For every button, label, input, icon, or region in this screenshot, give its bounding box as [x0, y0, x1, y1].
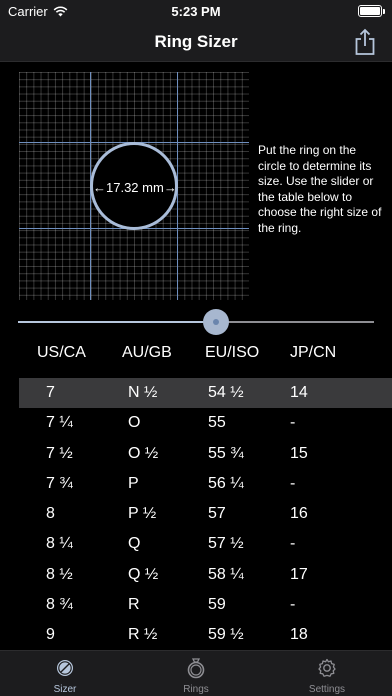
- table-row[interactable]: 7 ¾ P 56 ¼ -: [0, 469, 392, 499]
- slider-track-fill: [18, 321, 216, 323]
- cell-us-ca: 7: [46, 384, 55, 401]
- cell-jp-cn: 16: [290, 505, 308, 523]
- cell-jp-cn: -: [290, 414, 296, 432]
- measurement-grid: 17.32 mm: [19, 72, 249, 300]
- tab-settings[interactable]: Settings: [262, 651, 392, 696]
- cell-jp-cn: 17: [290, 565, 308, 583]
- cell-au-gb: O ½: [128, 444, 159, 462]
- cell-jp-cn: 14: [290, 384, 308, 401]
- header-au-gb: AU/GB: [122, 344, 172, 361]
- table-row[interactable]: 8 ¾ R 59 -: [0, 590, 392, 620]
- cell-au-gb: R ½: [128, 626, 158, 644]
- cell-eu-iso: 59: [208, 596, 226, 614]
- cell-eu-iso: 55: [208, 414, 226, 432]
- table-row[interactable]: 8 ½ Q ½ 58 ¼ 17: [0, 560, 392, 590]
- gear-icon: [318, 658, 336, 677]
- tab-label-sizer: Sizer: [53, 684, 77, 695]
- cell-au-gb: P: [128, 474, 139, 492]
- cell-us-ca: 7 ¼: [46, 414, 73, 432]
- cell-au-gb: O: [128, 414, 141, 432]
- page-title: Ring Sizer: [154, 32, 238, 51]
- cell-jp-cn: -: [290, 535, 296, 553]
- table-header: US/CA AU/GB EU/ISO JP/CN: [0, 342, 392, 366]
- status-bar: Carrier 5:23 PM: [0, 0, 392, 22]
- tab-rings[interactable]: Rings: [131, 651, 261, 696]
- battery-icon: [358, 5, 385, 17]
- cell-au-gb: Q ½: [128, 565, 159, 583]
- cell-us-ca: 8: [46, 505, 55, 523]
- header-us-ca: US/CA: [37, 344, 86, 361]
- cell-us-ca: 8 ¼: [46, 535, 73, 553]
- header-eu-iso: EU/ISO: [205, 344, 260, 361]
- cell-us-ca: 8 ½: [46, 565, 73, 583]
- cell-jp-cn: 18: [290, 626, 308, 644]
- slider-thumb[interactable]: [202, 309, 229, 335]
- status-time: 5:23 PM: [171, 4, 221, 19]
- cell-us-ca: 9: [46, 626, 55, 644]
- header-jp-cn: JP/CN: [290, 344, 337, 361]
- cell-eu-iso: 57 ½: [208, 535, 244, 553]
- tab-sizer[interactable]: Sizer: [0, 651, 130, 696]
- diameter-label: 17.32 mm: [93, 180, 175, 195]
- sizer-area: 17.32 mm Put the ring on the circle to d…: [0, 63, 392, 309]
- cell-jp-cn: 15: [290, 444, 308, 462]
- cell-us-ca: 8 ¾: [46, 596, 73, 614]
- table-row[interactable]: 8 ¼ Q 57 ½ -: [0, 529, 392, 559]
- share-button[interactable]: [352, 28, 378, 56]
- cell-us-ca: 7 ½: [46, 444, 73, 462]
- cell-au-gb: P ½: [128, 505, 157, 523]
- size-slider[interactable]: [18, 308, 374, 336]
- ring-circle: 17.32 mm: [90, 142, 178, 230]
- tab-label-settings: Settings: [308, 684, 346, 695]
- table-row[interactable]: 7 ¼ O 55 -: [0, 408, 392, 438]
- navigation-bar: Ring Sizer: [0, 22, 392, 62]
- cell-jp-cn: -: [290, 474, 296, 492]
- share-icon: [355, 28, 375, 55]
- tab-bar: Sizer Rings Settings: [0, 650, 392, 696]
- ring-icon: [187, 658, 205, 679]
- cell-au-gb: R: [128, 596, 140, 614]
- cell-au-gb: N ½: [128, 384, 158, 401]
- size-table: 7 N ½ 54 ½ 14 7 ¼ O 55 - 7 ½ O ½ 55 ¾ 15…: [0, 378, 392, 650]
- cell-eu-iso: 54 ½: [208, 384, 244, 401]
- table-row[interactable]: 7 N ½ 54 ½ 14: [19, 378, 392, 409]
- instructions-text: Put the ring on the circle to determine …: [258, 143, 382, 235]
- cell-jp-cn: -: [290, 596, 296, 614]
- cell-eu-iso: 59 ½: [208, 626, 244, 644]
- cell-us-ca: 7 ¾: [46, 474, 73, 492]
- cell-eu-iso: 57: [208, 505, 226, 523]
- cell-eu-iso: 55 ¾: [208, 444, 244, 462]
- cell-au-gb: Q: [128, 535, 141, 553]
- table-row[interactable]: 7 ½ O ½ 55 ¾ 15: [0, 439, 392, 469]
- sizer-icon: [57, 660, 73, 676]
- cell-eu-iso: 56 ¼: [208, 474, 244, 492]
- table-row[interactable]: 9 R ½ 59 ½ 18: [0, 620, 392, 650]
- tab-label-rings: Rings: [183, 684, 209, 695]
- table-row[interactable]: 8 P ½ 57 16: [0, 499, 392, 529]
- cell-eu-iso: 58 ¼: [208, 565, 244, 583]
